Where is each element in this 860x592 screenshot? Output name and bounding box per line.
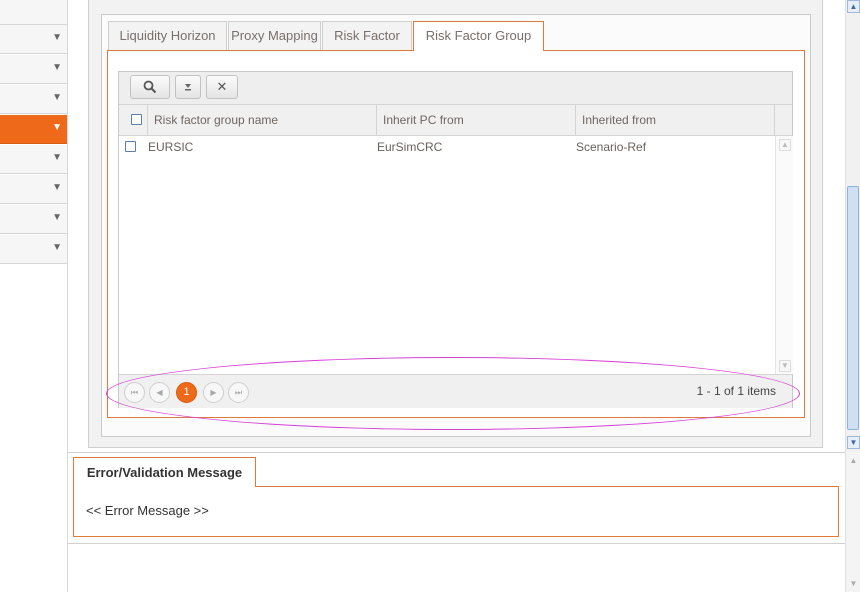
sidebar-item-7[interactable]: ▼: [0, 205, 67, 234]
cell-inherit: EurSimCRC: [377, 140, 443, 154]
tab-risk-factor-group[interactable]: Risk Factor Group: [413, 21, 544, 51]
grid-scrollbar[interactable]: ▲ ▼: [775, 136, 793, 374]
scroll-up-icon[interactable]: ▲: [847, 0, 860, 13]
cell-name: EURSIC: [148, 140, 194, 154]
tab-liquidity-horizon[interactable]: Liquidity Horizon: [108, 21, 227, 50]
chevron-down-icon: ▼: [52, 242, 62, 253]
chevron-down-icon: ▼: [52, 92, 62, 103]
tab-proxy-mapping[interactable]: Proxy Mapping: [228, 21, 321, 50]
tab-error-validation[interactable]: Error/Validation Message: [73, 457, 256, 487]
column-header-name[interactable]: Risk factor group name: [148, 105, 377, 135]
table-row[interactable]: EURSIC EurSimCRC Scenario-Ref: [119, 136, 775, 158]
search-button[interactable]: [130, 75, 170, 99]
chevron-down-icon: ▼: [52, 212, 62, 223]
chevron-down-icon: ▼: [52, 152, 62, 163]
export-button[interactable]: [175, 75, 201, 99]
left-sidebar: ▼ ▼ ▼ ▼ ▼ ▼ ▼ ▼: [0, 0, 68, 592]
sidebar-item-2[interactable]: ▼: [0, 55, 67, 84]
chevron-down-icon: ▼: [52, 122, 62, 133]
pager: ⏮ ◀ 1 ▶ ⏭ 1 - 1 of 1 items: [119, 374, 792, 408]
last-page-icon[interactable]: ⏭: [228, 382, 249, 403]
grid-header: Risk factor group name Inherit PC from I…: [119, 105, 792, 136]
search-icon: [143, 80, 157, 94]
download-icon: [185, 84, 191, 91]
cell-inherited-from: Scenario-Ref: [576, 140, 647, 154]
chevron-down-icon: ▼: [52, 182, 62, 193]
chevron-down-icon: ▼: [52, 62, 62, 73]
lower-scrollbar[interactable]: ▲ ▼: [845, 452, 860, 592]
pager-info: 1 - 1 of 1 items: [696, 384, 776, 398]
sidebar-item-5[interactable]: ▼: [0, 145, 67, 174]
tab-risk-factor[interactable]: Risk Factor: [322, 21, 412, 50]
sidebar-item-6[interactable]: ▼: [0, 175, 67, 204]
scroll-down-icon[interactable]: ▼: [779, 360, 791, 372]
error-message: << Error Message >>: [86, 503, 209, 518]
clear-button[interactable]: ✕: [206, 75, 238, 99]
row-checkbox[interactable]: [125, 141, 136, 152]
column-header-inherit[interactable]: Inherit PC from: [377, 105, 576, 135]
sidebar-item-active[interactable]: ▼: [0, 115, 67, 144]
prev-page-icon[interactable]: ◀: [149, 382, 170, 403]
column-header-inherited-from[interactable]: Inherited from: [576, 105, 775, 135]
main-scrollbar[interactable]: ▲ ▼: [845, 0, 860, 452]
first-page-icon[interactable]: ⏮: [124, 382, 145, 403]
sidebar-item-3[interactable]: ▼: [0, 85, 67, 114]
select-all-cell: [119, 105, 148, 135]
select-all-checkbox[interactable]: [131, 114, 142, 125]
scroll-down-icon[interactable]: ▼: [847, 577, 860, 590]
grid-toolbar: ✕: [119, 72, 792, 105]
close-icon: ✕: [216, 79, 228, 94]
sidebar-item-1[interactable]: ▼: [0, 25, 67, 54]
scroll-thumb[interactable]: [847, 186, 859, 430]
next-page-icon[interactable]: ▶: [203, 382, 224, 403]
scroll-down-icon[interactable]: ▼: [847, 436, 860, 449]
scroll-up-icon[interactable]: ▲: [779, 139, 791, 151]
page-number-current[interactable]: 1: [176, 382, 197, 403]
sidebar-item-8[interactable]: ▼: [0, 235, 67, 264]
sidebar-header: [0, 0, 67, 25]
scroll-up-icon[interactable]: ▲: [847, 454, 860, 467]
chevron-down-icon: ▼: [52, 32, 62, 43]
